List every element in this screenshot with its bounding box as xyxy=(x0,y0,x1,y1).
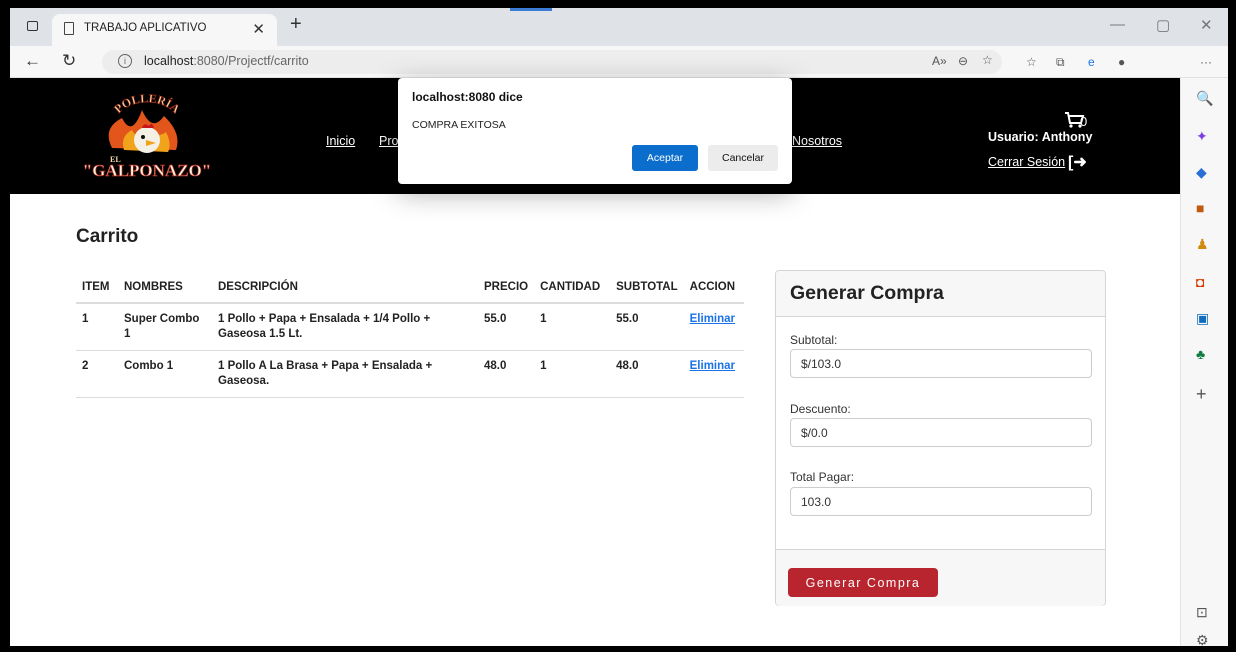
url-path: :8080/Projectf/carrito xyxy=(193,54,309,68)
url-field[interactable]: i localhost:8080/Projectf/carrito A» ⊖ ☆ xyxy=(102,50,1002,74)
profile-icon[interactable]: ● xyxy=(1118,55,1125,69)
cell-accion: Eliminar xyxy=(683,350,744,398)
table-header-row: ITEM NOMBRES DESCRIPCIÓN PRECIO CANTIDAD… xyxy=(76,272,744,304)
cart-table: ITEM NOMBRES DESCRIPCIÓN PRECIO CANTIDAD… xyxy=(76,272,744,398)
cell-precio: 48.0 xyxy=(478,350,535,398)
cell-subtotal: 55.0 xyxy=(610,303,684,351)
tab-title: TRABAJO APLICATIVO xyxy=(84,22,207,34)
accept-button[interactable]: Aceptar xyxy=(632,145,698,171)
col-accion: ACCION xyxy=(683,272,744,304)
browser-tab[interactable]: TRABAJO APLICATIVO ✕ xyxy=(52,14,277,46)
favorites-icon[interactable]: ☆ xyxy=(1026,55,1037,69)
edge-ie-icon[interactable]: e xyxy=(1088,55,1095,69)
collections-icon[interactable]: ⧉ xyxy=(1056,55,1065,70)
more-menu-icon[interactable]: ··· xyxy=(1200,55,1212,69)
cell-cantidad: 1 xyxy=(534,350,611,398)
search-icon[interactable]: 🔍 xyxy=(1196,90,1213,107)
eliminar-link[interactable]: Eliminar xyxy=(690,313,735,325)
descuento-field[interactable]: $/0.0 xyxy=(790,418,1092,447)
nav-link-productos[interactable]: Pro xyxy=(379,134,398,148)
col-item: ITEM xyxy=(76,272,118,304)
total-field[interactable]: 103.0 xyxy=(790,487,1092,516)
cancel-button[interactable]: Cancelar xyxy=(708,145,778,171)
galponazo-logo[interactable]: POLLERÍA EL "GALPONAZO" xyxy=(72,88,222,188)
drag-region-indicator xyxy=(510,8,552,11)
user-label: Usuario: Anthony xyxy=(988,130,1093,144)
address-bar: ← ↻ i localhost:8080/Projectf/carrito A»… xyxy=(10,46,1228,78)
cell-precio: 55.0 xyxy=(478,303,535,351)
col-subtotal: SUBTOTAL xyxy=(610,272,684,304)
logo-top-text: POLLERÍA xyxy=(111,91,183,116)
browser-sidebar: 🔍 ✦ ◆ ■ ♟ ◘ ▣ ♣ + ⊡ ⚙ xyxy=(1180,78,1228,646)
subtotal-field[interactable]: $/103.0 xyxy=(790,349,1092,378)
alert-dialog: localhost:8080 dice COMPRA EXITOSA Acept… xyxy=(398,78,792,184)
nav-link-nosotros[interactable]: Nosotros xyxy=(792,134,842,148)
sidebar-collapse-icon[interactable]: ⊡ xyxy=(1196,604,1208,621)
info-icon[interactable]: i xyxy=(118,54,132,68)
card-title: Generar Compra xyxy=(790,282,944,304)
settings-icon[interactable]: ⚙ xyxy=(1196,632,1209,646)
page-title: Carrito xyxy=(76,226,139,247)
cell-nombre: Super Combo 1 xyxy=(118,303,212,351)
url-text: localhost:8080/Projectf/carrito xyxy=(144,54,309,68)
tree-icon[interactable]: ♣ xyxy=(1196,346,1205,362)
shopping-icon[interactable]: ◆ xyxy=(1196,164,1207,181)
dialog-message: COMPRA EXITOSA xyxy=(412,119,506,131)
generar-compra-button[interactable]: Generar Compra xyxy=(788,568,938,597)
zoom-icon[interactable]: ⊖ xyxy=(958,54,968,68)
dialog-title: localhost:8080 dice xyxy=(412,90,523,104)
logout-link[interactable]: Cerrar Sesión xyxy=(988,155,1065,169)
nav-link-inicio[interactable]: Inicio xyxy=(326,134,355,148)
add-icon[interactable]: + xyxy=(1196,384,1207,405)
new-tab-icon[interactable]: + xyxy=(290,13,302,36)
url-host: localhost xyxy=(144,54,194,68)
col-nombres: NOMBRES xyxy=(118,272,212,304)
cell-nombre: Combo 1 xyxy=(118,350,212,398)
tools-icon[interactable]: ■ xyxy=(1196,200,1204,216)
col-precio: PRECIO xyxy=(478,272,535,304)
favorite-add-icon[interactable]: ☆ xyxy=(982,53,993,67)
col-descripcion: DESCRIPCIÓN xyxy=(212,272,478,304)
office-icon[interactable]: ◘ xyxy=(1196,274,1204,290)
eliminar-link[interactable]: Eliminar xyxy=(690,360,735,372)
browser-window: TRABAJO APLICATIVO ✕ + — ▢ ✕ ← ↻ i local… xyxy=(10,8,1228,646)
descuento-label: Descuento: xyxy=(790,402,851,416)
logout-icon[interactable]: [➜ xyxy=(1068,152,1087,172)
cell-cantidad: 1 xyxy=(534,303,611,351)
close-window-icon[interactable]: ✕ xyxy=(1200,16,1213,34)
minimize-icon[interactable]: — xyxy=(1110,16,1125,33)
back-icon[interactable]: ← xyxy=(24,51,41,71)
col-cantidad: CANTIDAD xyxy=(534,272,611,304)
restore-icon[interactable]: ▢ xyxy=(1156,16,1170,34)
title-bar: TRABAJO APLICATIVO ✕ + — ▢ ✕ xyxy=(10,8,1228,46)
outlook-icon[interactable]: ▣ xyxy=(1196,310,1209,327)
table-row: 2 Combo 1 1 Pollo A La Brasa + Papa + En… xyxy=(76,350,744,398)
card-footer: Generar Compra xyxy=(776,549,1105,606)
close-tab-icon[interactable]: ✕ xyxy=(252,20,265,38)
cell-item: 1 xyxy=(76,303,118,351)
subtotal-label: Subtotal: xyxy=(790,333,838,347)
total-label: Total Pagar: xyxy=(790,470,855,484)
refresh-icon[interactable]: ↻ xyxy=(62,51,76,71)
logo-main-text: "GALPONAZO" xyxy=(83,161,211,180)
cell-accion: Eliminar xyxy=(683,303,744,351)
games-icon[interactable]: ♟ xyxy=(1196,236,1209,253)
page-icon xyxy=(64,22,74,35)
table-row: 1 Super Combo 1 1 Pollo + Papa + Ensalad… xyxy=(76,303,744,351)
cell-subtotal: 48.0 xyxy=(610,350,684,398)
cell-descripcion: 1 Pollo + Papa + Ensalada + 1/4 Pollo + … xyxy=(212,303,478,351)
cell-item: 2 xyxy=(76,350,118,398)
card-header: Generar Compra xyxy=(776,271,1105,317)
read-aloud-icon[interactable]: A» xyxy=(932,54,947,68)
copilot-icon[interactable]: ✦ xyxy=(1196,128,1208,145)
cart-count[interactable]: 0 xyxy=(1080,114,1087,129)
purchase-card: Generar Compra Subtotal: $/103.0 Descuen… xyxy=(775,270,1106,606)
cell-descripcion: 1 Pollo A La Brasa + Papa + Ensalada + G… xyxy=(212,350,478,398)
tab-actions-icon[interactable] xyxy=(27,21,38,31)
